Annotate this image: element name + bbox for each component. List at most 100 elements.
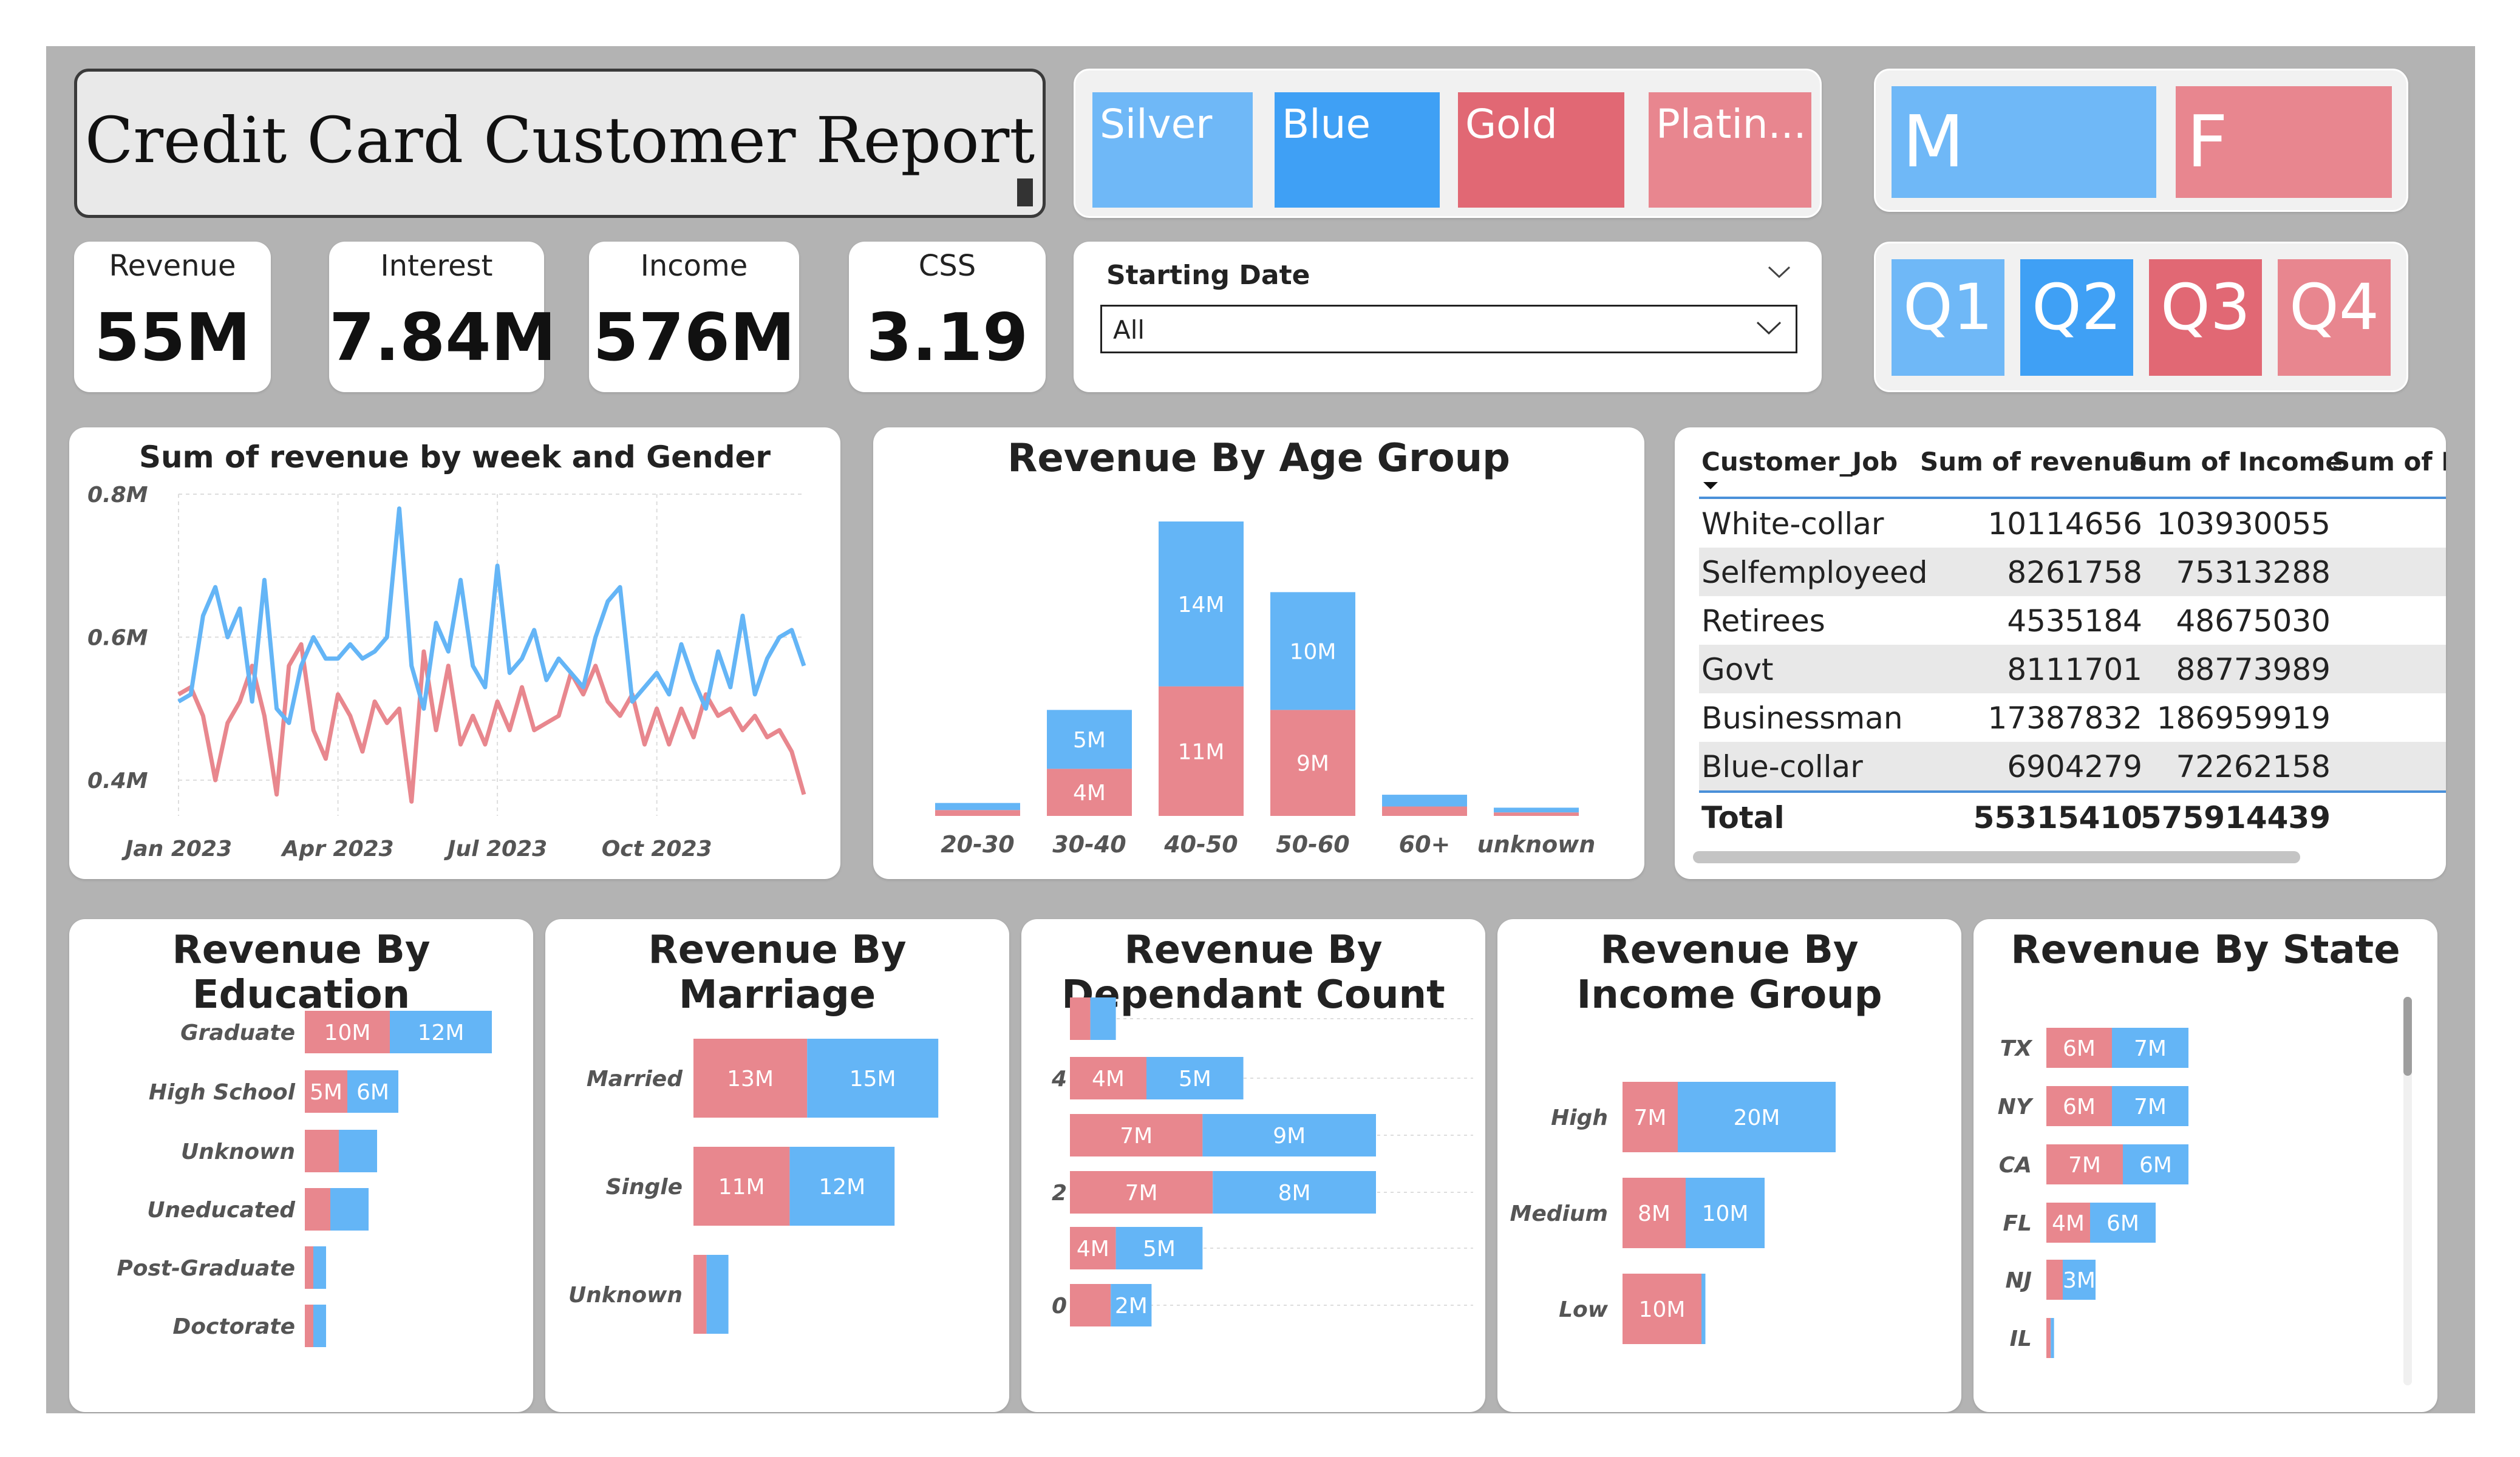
table-cell: 8261758 <box>2007 555 2142 590</box>
x-tick-label: unknown <box>1477 831 1596 858</box>
kpi-label: Interest <box>380 249 493 283</box>
table-cell: 72262158 <box>2176 749 2331 784</box>
table-cell: 8111701 <box>2007 652 2142 687</box>
date-slicer-label: Starting Date <box>1106 260 1310 291</box>
weekly-revenue-line-chart: 0.4M 0.6M 0.8M Jan 2023 Apr 2023 Jul 2023 Oct … <box>87 483 806 861</box>
table-row[interactable]: Blue-collar 6904279 72262158 <box>1699 742 2446 790</box>
y-tick-label: High School <box>149 1080 296 1105</box>
x-tick-label: Jan 2023 <box>121 837 232 861</box>
bar-segment-female <box>2046 1318 2051 1358</box>
sort-descending-icon[interactable] <box>1701 481 1720 491</box>
card-category-slicer: Silver Blue Gold Platin... <box>1074 69 1822 218</box>
resize-handle-icon[interactable] <box>1017 178 1033 206</box>
slicer-option-blue[interactable]: Blue <box>1275 92 1440 208</box>
chevron-down-icon[interactable] <box>1755 320 1782 337</box>
table-cell: 4535184 <box>2007 603 2142 639</box>
data-label: 14M <box>1178 593 1225 617</box>
data-label: 4M <box>1077 1237 1109 1262</box>
table-row[interactable]: Govt 8111701 88773989 <box>1699 645 2446 693</box>
data-label: 4M <box>2052 1211 2085 1236</box>
table-cell: 103930055 <box>2156 506 2331 542</box>
quarter-slicer: Q1 Q2 Q3 Q4 <box>1874 242 2408 392</box>
x-tick-label: 30-40 <box>1052 831 1126 858</box>
data-label: 6M <box>2139 1153 2172 1178</box>
data-label: 15M <box>850 1067 896 1092</box>
income-bar-chart: 7M 20M High 8M 10M Medium 10M Low <box>1510 1082 1836 1344</box>
horizontal-scrollbar[interactable] <box>1693 851 2300 863</box>
data-label: 5M <box>1143 1237 1176 1262</box>
table-cell: White-collar <box>1701 506 1884 542</box>
slicer-option-silver[interactable]: Silver <box>1092 92 1253 208</box>
bar-segment-female <box>2046 1260 2063 1300</box>
table-header-sum-revenue[interactable]: Sum of revenue <box>1920 447 2147 477</box>
table-cell: 75313288 <box>2176 555 2331 590</box>
data-label: 7M <box>2068 1153 2101 1178</box>
kpi-value: 576M <box>593 300 795 376</box>
marriage-chart-card: Revenue By Marriage 13M 15M Married 11M 12M S… <box>545 919 1009 1412</box>
table-cell: Blue-collar <box>1701 749 1863 784</box>
y-tick-label: 0.8M <box>87 483 148 508</box>
data-label: 5M <box>1073 728 1106 753</box>
income-chart-card: Revenue By Income Group 7M 20M High 8M 10M Me… <box>1497 919 1961 1412</box>
table-cell: 10114656 <box>1987 506 2143 542</box>
slicer-option-female[interactable]: F <box>2176 86 2392 198</box>
table-row[interactable]: White-collar 10114656 103930055 <box>1699 499 2446 548</box>
kpi-card-interest: Interest 7.84M <box>329 242 556 392</box>
slicer-option-q4[interactable]: Q4 <box>2278 259 2391 376</box>
data-label: 5M <box>310 1080 342 1105</box>
x-tick-label: Oct 2023 <box>602 837 712 861</box>
bar-segment-male <box>706 1255 729 1334</box>
kpi-value: 3.19 <box>866 300 1029 376</box>
kpi-label: Income <box>640 249 748 283</box>
slicer-option-platinum[interactable]: Platin... <box>1649 92 1811 208</box>
data-label: 7M <box>1125 1181 1158 1206</box>
vertical-scrollbar-thumb[interactable] <box>2403 997 2412 1076</box>
y-tick-label: Doctorate <box>172 1314 295 1339</box>
bar-segment-female <box>935 810 1020 816</box>
table-header-sum-interest[interactable]: Sum of I <box>2332 447 2446 477</box>
bar-segment-male <box>1494 807 1579 813</box>
slicer-option-q1[interactable]: Q1 <box>1892 259 2004 376</box>
table-header-customer-job[interactable]: Customer_Job <box>1701 447 1898 477</box>
y-tick-label: 2 <box>1052 1181 1067 1206</box>
slicer-option-gold[interactable]: Gold <box>1458 92 1624 208</box>
y-tick-label: High <box>1551 1105 1608 1130</box>
slicer-option-q2[interactable]: Q2 <box>2020 259 2133 376</box>
table-cell: 186959919 <box>2156 701 2331 736</box>
y-tick-label: NJ <box>2005 1268 2032 1293</box>
table-header-sum-income[interactable]: Sum of Income <box>2129 447 2343 477</box>
y-tick-label: Low <box>1559 1297 1609 1322</box>
data-label: 7M <box>1634 1105 1667 1130</box>
bar-segment-male <box>935 803 1020 810</box>
data-label: 8M <box>1638 1201 1670 1226</box>
slicer-option-q3[interactable]: Q3 <box>2149 259 2262 376</box>
data-label: 9M <box>1296 752 1329 776</box>
table-row[interactable]: Retirees 4535184 48675030 <box>1699 596 2446 645</box>
data-label: 12M <box>819 1175 865 1200</box>
x-tick-label: 20-30 <box>941 831 1015 858</box>
y-tick-label: 4 <box>1051 1067 1067 1092</box>
bar-segment-male <box>2051 1318 2054 1358</box>
series-line-M <box>177 506 806 725</box>
table-cell: 575914439 <box>2140 800 2331 835</box>
y-tick-label: FL <box>2003 1211 2032 1236</box>
table-cell: 6904279 <box>2007 749 2142 784</box>
table-cell: 55315410 <box>1973 800 2142 835</box>
age-group-bar-chart: 20-30 4M 5M 30-40 11M 14M 40-50 9M 10M 50-60 60+ un… <box>935 521 1596 858</box>
report-canvas: Credit Card Customer Report Revenue 55M … <box>46 46 2475 1413</box>
table-row[interactable]: Businessman 17387832 186959919 <box>1699 693 2446 742</box>
data-label: 3M <box>2063 1268 2096 1293</box>
bar-segment-female <box>305 1130 339 1172</box>
date-slicer: Starting Date All <box>1074 242 1822 392</box>
slicer-option-male[interactable]: M <box>1892 86 2156 198</box>
x-tick-label: 60+ <box>1399 831 1451 858</box>
data-label: 13M <box>727 1067 774 1092</box>
data-label: 9M <box>1273 1124 1306 1149</box>
dependant-chart-card: Revenue By Dependant Count 4M 5M 4 7M 9M 7M 8M… <box>1021 919 1485 1412</box>
chevron-down-icon[interactable] <box>1767 265 1791 280</box>
bar-segment-male <box>313 1246 326 1289</box>
state-bar-chart: 6M 7M TX 6M 7M NY 7M 6M CA 4M 6M FL 3M NJ IL <box>1998 1028 2188 1358</box>
date-dropdown[interactable]: All <box>1100 305 1797 353</box>
y-tick-label: CA <box>1999 1153 2032 1178</box>
table-row[interactable]: Selfemployeed 8261758 75313288 <box>1699 548 2446 596</box>
